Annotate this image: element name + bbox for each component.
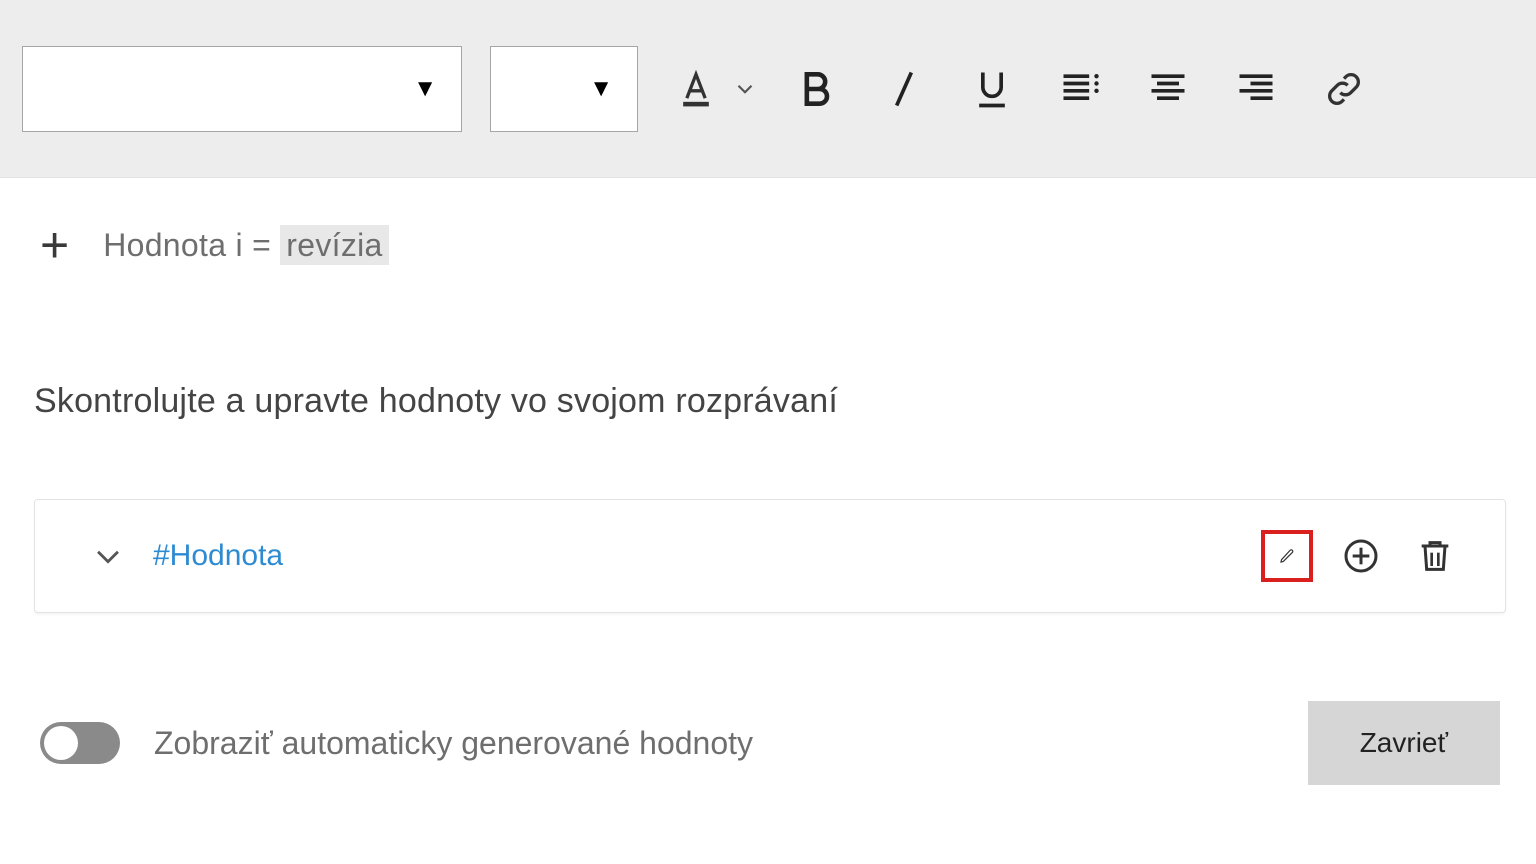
chevron-down-icon[interactable] bbox=[91, 539, 125, 573]
chevron-down-icon bbox=[732, 67, 758, 111]
font-family-select[interactable]: ▼ bbox=[22, 46, 462, 132]
plus-circle-icon bbox=[1341, 536, 1381, 576]
edit-button[interactable] bbox=[1261, 530, 1313, 582]
section-heading: Skontrolujte a upravte hodnoty vo svojom… bbox=[34, 382, 1506, 421]
link-button[interactable] bbox=[1314, 59, 1374, 119]
italic-icon bbox=[882, 67, 926, 111]
dropdown-triangle-icon: ▼ bbox=[589, 75, 613, 103]
pencil-icon bbox=[1279, 536, 1295, 576]
font-color-dropdown[interactable] bbox=[732, 59, 758, 119]
font-color-button[interactable] bbox=[666, 59, 726, 119]
add-value-label: Hodnota i = revízia bbox=[103, 227, 388, 264]
auto-values-toggle-label: Zobraziť automaticky generované hodnoty bbox=[154, 725, 753, 762]
formatting-toolbar: ▼ ▼ bbox=[0, 0, 1536, 178]
close-button[interactable]: Zavrieť bbox=[1308, 701, 1500, 785]
italic-button[interactable] bbox=[874, 59, 934, 119]
value-tag[interactable]: #Hodnota bbox=[153, 539, 283, 573]
align-center-icon bbox=[1146, 67, 1190, 111]
align-center-button[interactable] bbox=[1138, 59, 1198, 119]
add-value-row[interactable]: + Hodnota i = revízia bbox=[34, 220, 1506, 270]
plus-icon: + bbox=[34, 220, 75, 270]
toggle-knob bbox=[44, 726, 78, 760]
font-color-icon bbox=[674, 67, 718, 111]
link-icon bbox=[1322, 67, 1366, 111]
add-button[interactable] bbox=[1335, 530, 1387, 582]
font-size-select[interactable]: ▼ bbox=[490, 46, 638, 132]
dropdown-triangle-icon: ▼ bbox=[413, 75, 437, 103]
trash-icon bbox=[1415, 536, 1455, 576]
align-right-icon bbox=[1234, 67, 1278, 111]
bullet-list-button[interactable] bbox=[1050, 59, 1110, 119]
bold-icon bbox=[794, 67, 838, 111]
underline-button[interactable] bbox=[962, 59, 1022, 119]
bullet-list-icon bbox=[1058, 67, 1102, 111]
align-right-button[interactable] bbox=[1226, 59, 1286, 119]
add-value-label-highlight: revízia bbox=[280, 225, 388, 265]
add-value-label-prefix: Hodnota i = bbox=[103, 227, 271, 263]
underline-icon bbox=[970, 67, 1014, 111]
delete-button[interactable] bbox=[1409, 530, 1461, 582]
value-card: #Hodnota bbox=[34, 499, 1506, 613]
auto-values-toggle[interactable] bbox=[40, 722, 120, 764]
bold-button[interactable] bbox=[786, 59, 846, 119]
